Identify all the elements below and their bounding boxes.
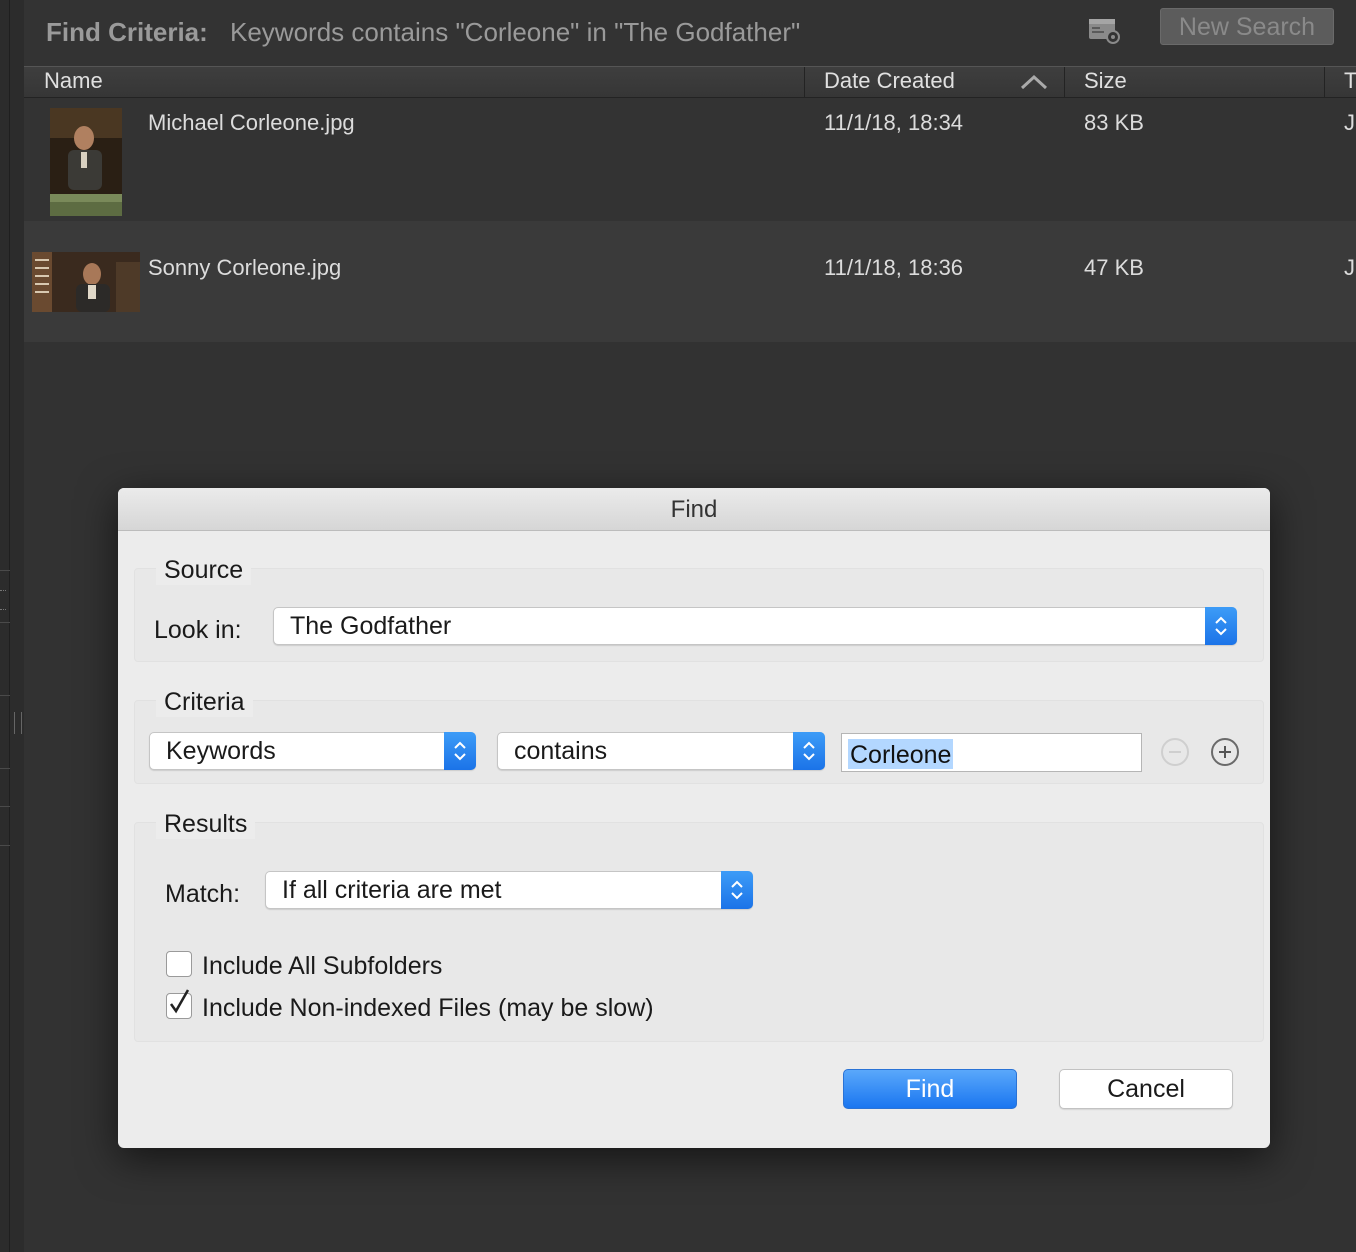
search-criteria-bar: Find Criteria: Keywords contains "Corleo… — [24, 0, 1356, 66]
include-subfolders-label[interactable]: Include All Subfolders — [202, 952, 442, 981]
date-created: 11/1/18, 18:34 — [824, 110, 964, 135]
table-row[interactable]: Michael Corleone.jpg 11/1/18, 18:34 83 K… — [24, 98, 1356, 221]
panel-handle-icon — [0, 590, 6, 610]
file-name: Michael Corleone.jpg — [148, 110, 355, 135]
criteria-operator-select[interactable]: contains — [497, 732, 825, 770]
criteria-operator-value: contains — [514, 737, 608, 765]
checkmark-icon — [169, 989, 190, 1014]
criteria-operator-stepper[interactable] — [793, 732, 825, 770]
criteria-field-value: Keywords — [166, 737, 276, 765]
chevron-updown-icon — [803, 741, 815, 761]
chevron-updown-icon — [454, 741, 466, 761]
look-in-label: Look in: — [154, 616, 242, 644]
file-size: 47 KB — [1084, 255, 1144, 280]
match-value: If all criteria are met — [282, 876, 502, 904]
file-name: Sonny Corleone.jpg — [148, 255, 342, 280]
include-nonindexed-checkbox[interactable] — [166, 989, 192, 1019]
thumbnail-image — [50, 108, 122, 216]
column-header-type[interactable]: T — [1344, 67, 1356, 97]
look-in-select[interactable]: The Godfather — [273, 607, 1237, 645]
file-size: 83 KB — [1084, 110, 1144, 135]
criteria-value-input[interactable]: Corleone — [841, 733, 1142, 772]
include-subfolders-checkbox[interactable] — [166, 951, 192, 977]
chevron-updown-icon — [1215, 616, 1227, 636]
file-type: J — [1344, 255, 1355, 280]
find-criteria-text: Keywords contains "Corleone" in "The God… — [230, 17, 801, 47]
cancel-button[interactable]: Cancel — [1059, 1069, 1233, 1109]
match-label: Match: — [165, 880, 241, 908]
criteria-group-title: Criteria — [156, 688, 253, 717]
column-header-name[interactable]: Name — [44, 67, 103, 97]
find-button[interactable]: Find — [843, 1069, 1017, 1109]
sort-ascending-icon — [1020, 74, 1048, 90]
include-nonindexed-label[interactable]: Include Non-indexed Files (may be slow) — [202, 994, 654, 1023]
date-created: 11/1/18, 18:36 — [824, 255, 964, 280]
new-search-button[interactable]: New Search — [1160, 8, 1334, 45]
file-type: J — [1344, 110, 1355, 135]
criteria-field-stepper[interactable] — [444, 732, 476, 770]
plus-icon — [1219, 746, 1231, 758]
browse-folder-gear-icon[interactable] — [1088, 16, 1122, 44]
thumbnail-image — [32, 252, 140, 312]
column-header-size[interactable]: Size — [1084, 67, 1127, 97]
criteria-value-text: Corleone — [848, 739, 954, 769]
results-table-header: Name Date Created Size T — [24, 66, 1356, 98]
remove-criterion-button[interactable] — [1161, 738, 1189, 766]
left-panel-edge — [0, 0, 24, 1252]
minus-icon — [1169, 751, 1181, 753]
dialog-title: Find — [118, 488, 1270, 531]
add-criterion-button[interactable] — [1211, 738, 1239, 766]
criteria-field-select[interactable]: Keywords — [149, 732, 476, 770]
match-stepper[interactable] — [721, 871, 753, 909]
table-row[interactable]: Sonny Corleone.jpg 11/1/18, 18:36 47 KB … — [24, 221, 1356, 342]
column-header-date-created[interactable]: Date Created — [824, 67, 955, 97]
results-group-title: Results — [156, 810, 256, 839]
look-in-stepper[interactable] — [1205, 607, 1237, 645]
chevron-updown-icon — [731, 880, 743, 900]
match-select[interactable]: If all criteria are met — [265, 871, 753, 909]
find-dialog: Find Source Look in: The Godfather Crite… — [118, 488, 1270, 1148]
resize-grip-icon[interactable] — [14, 712, 22, 734]
look-in-value: The Godfather — [290, 612, 452, 640]
find-criteria-label: Find Criteria: — [46, 17, 208, 47]
source-group-title: Source — [156, 556, 252, 585]
